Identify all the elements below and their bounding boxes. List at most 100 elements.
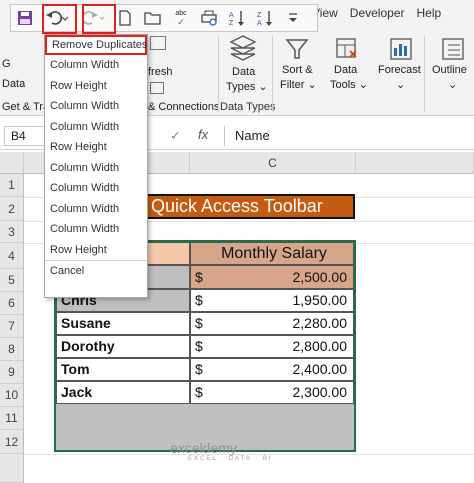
group-label-connections: & Connections <box>148 101 220 113</box>
salary-cell[interactable]: $ 2,800.00 <box>190 335 354 358</box>
watermark-brand: exceldemy <box>170 440 237 456</box>
row-header[interactable]: 5 <box>0 269 24 292</box>
undo-item[interactable]: Column Width <box>45 219 147 240</box>
svg-text:A: A <box>257 20 262 27</box>
row-header[interactable]: 11 <box>0 407 24 430</box>
row-header[interactable]: 1 <box>0 174 24 197</box>
undo-item[interactable]: Row Height <box>45 240 147 261</box>
data-tools-button[interactable] <box>332 36 362 65</box>
fx-icon[interactable]: fx <box>198 127 208 142</box>
watermark-logo: exceldemy EXCEL · DATA · BI <box>170 440 273 462</box>
data-types-icon <box>229 35 257 61</box>
salary-amount: 2,300.00 <box>292 384 348 400</box>
forecast-label: Forecast <box>378 64 421 76</box>
spelling-icon[interactable]: abc ✓ <box>170 7 192 29</box>
salary-amount: 1,950.00 <box>292 292 348 308</box>
outline-icon <box>442 38 464 60</box>
queries-icon[interactable] <box>150 36 166 50</box>
undo-item[interactable]: Row Height <box>45 137 147 158</box>
tab-developer[interactable]: Developer <box>350 6 405 20</box>
row-header[interactable]: 3 <box>0 221 24 243</box>
salary-amount: 2,500.00 <box>292 269 348 285</box>
outline-label: Outline <box>432 64 467 76</box>
salary-cell[interactable]: $ 2,300.00 <box>190 381 354 404</box>
undo-item[interactable]: Column Width <box>45 178 147 199</box>
save-icon[interactable] <box>14 7 36 29</box>
label-data: Data <box>2 78 26 90</box>
currency-symbol: $ <box>195 338 203 354</box>
row-header[interactable]: 4 <box>0 243 24 269</box>
name-cell[interactable]: Jack <box>56 381 190 404</box>
forecast-chevron: ⌄ <box>396 79 406 91</box>
data-types-button[interactable] <box>224 34 262 67</box>
name-cell[interactable]: Tom <box>56 358 190 381</box>
forecast-button[interactable] <box>386 36 416 65</box>
sort-ascending-icon[interactable]: AZ <box>226 7 248 29</box>
outline-button[interactable] <box>438 36 468 65</box>
more-icon[interactable] <box>282 7 304 29</box>
name-cell[interactable]: Susane <box>56 312 190 335</box>
ribbon-tabs: View Developer Help <box>312 6 441 20</box>
name-cell[interactable]: Dorothy <box>56 335 190 358</box>
watermark-tagline: EXCEL · DATA · BI <box>188 456 273 462</box>
select-all-corner[interactable] <box>0 152 24 174</box>
print-preview-icon[interactable] <box>198 7 220 29</box>
sort-descending-icon[interactable]: ZA <box>254 7 276 29</box>
row-header[interactable]: 12 <box>0 430 24 454</box>
svg-text:A: A <box>229 12 234 19</box>
data-types-label-2: Types ⌄ <box>226 81 268 93</box>
undo-item[interactable]: Column Width <box>45 199 147 220</box>
separator <box>218 36 219 112</box>
currency-symbol: $ <box>195 315 203 331</box>
label-refresh: fresh <box>148 66 173 78</box>
sort-filter-label-2: Filter ⌄ <box>280 79 317 91</box>
group-label-data-types: Data Types <box>220 101 276 113</box>
salary-amount: 2,280.00 <box>292 315 348 331</box>
salary-cell[interactable]: $ 2,500.00 <box>190 265 354 289</box>
check-mark: ✓ <box>177 17 185 27</box>
undo-history-dropdown: Remove Duplicates Column Width Row Heigh… <box>44 34 148 298</box>
row-header[interactable]: 9 <box>0 361 24 384</box>
outline-chevron: ⌄ <box>448 79 458 91</box>
redo-highlight <box>82 4 116 34</box>
cancel-button[interactable]: Cancel <box>45 260 147 281</box>
new-file-icon[interactable] <box>114 7 136 29</box>
row-header[interactable]: 6 <box>0 292 24 315</box>
edit-links-icon[interactable] <box>150 82 164 94</box>
undo-item[interactable]: Row Height <box>45 76 147 97</box>
undo-highlight <box>42 4 77 34</box>
salary-cell[interactable]: $ 1,950.00 <box>190 289 354 312</box>
label-g: G <box>2 58 11 70</box>
row-header[interactable]: 2 <box>0 197 24 221</box>
svg-text:Z: Z <box>229 20 234 27</box>
formula-input[interactable]: Name <box>224 126 474 146</box>
undo-item[interactable]: Column Width <box>45 117 147 138</box>
enter-check-icon[interactable]: ✓ <box>170 128 181 144</box>
funnel-icon <box>285 39 309 59</box>
header-salary-cell[interactable]: Monthly Salary <box>190 242 354 265</box>
data-tools-icon <box>336 38 357 58</box>
group-label-get-transform: Get & Tra <box>2 101 50 113</box>
undo-item-remove-duplicates[interactable]: Remove Duplicates <box>45 35 147 55</box>
undo-item[interactable]: Column Width <box>45 96 147 117</box>
row-header[interactable]: 10 <box>0 384 24 407</box>
column-header-c[interactable]: C <box>190 152 356 174</box>
sort-filter-button[interactable] <box>282 36 312 65</box>
separator <box>272 36 273 112</box>
salary-amount: 2,800.00 <box>292 338 348 354</box>
sort-filter-label-1: Sort & <box>282 64 313 76</box>
undo-item[interactable]: Column Width <box>45 158 147 179</box>
data-tools-label-1: Data <box>334 64 358 76</box>
row-header[interactable]: 7 <box>0 315 24 338</box>
open-folder-icon[interactable] <box>142 7 164 29</box>
row-header[interactable]: 8 <box>0 338 24 361</box>
salary-cell[interactable]: $ 2,400.00 <box>190 358 354 381</box>
currency-symbol: $ <box>195 361 203 377</box>
tab-help[interactable]: Help <box>417 6 442 20</box>
column-header-d[interactable] <box>356 152 474 174</box>
currency-symbol: $ <box>195 269 203 285</box>
row-header[interactable] <box>0 454 24 483</box>
sheet-title[interactable]: Quick Access Toolbar <box>145 194 355 219</box>
salary-cell[interactable]: $ 2,280.00 <box>190 312 354 335</box>
undo-item[interactable]: Column Width <box>45 55 147 76</box>
